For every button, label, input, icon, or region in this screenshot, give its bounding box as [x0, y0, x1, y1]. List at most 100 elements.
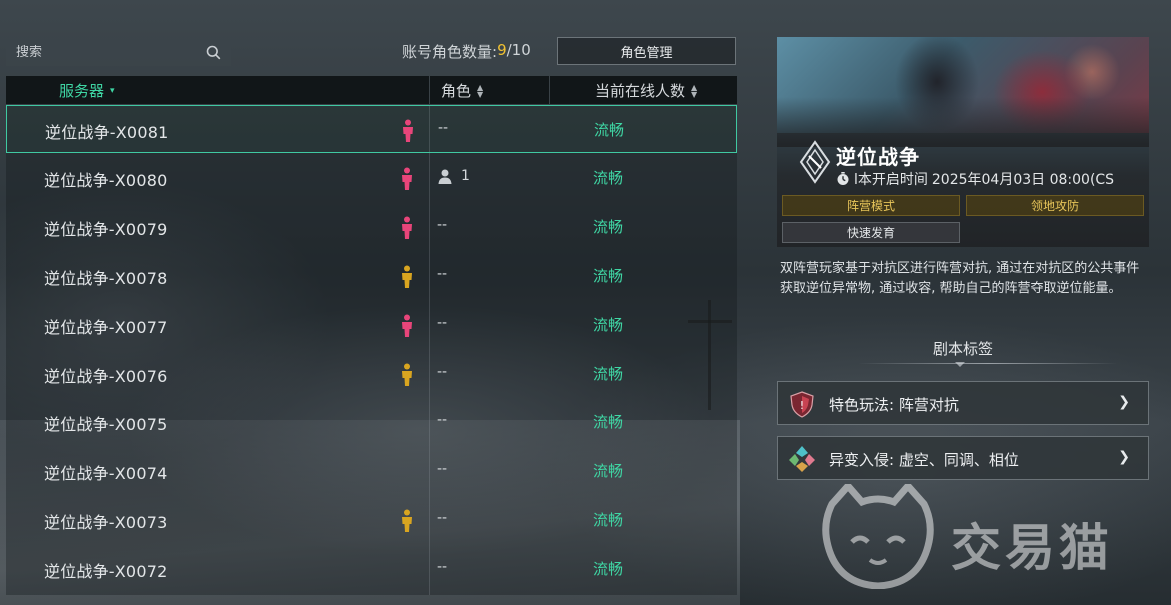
- header-online-label: 当前在线人数: [595, 82, 686, 100]
- banner-fade: [777, 97, 1149, 147]
- faction-red-icon: [399, 314, 415, 338]
- server-row[interactable]: 逆位战争-X0079 -- 流畅: [6, 203, 737, 251]
- clock-icon: [837, 172, 849, 185]
- server-status: 流畅: [593, 266, 624, 285]
- server-row[interactable]: 逆位战争-X0072 -- 流畅: [6, 545, 737, 593]
- faction-red-icon: [399, 167, 415, 191]
- feature-label: 特色玩法: 阵营对抗: [829, 396, 959, 414]
- header-online[interactable]: 当前在线人数 ▲ ▼: [595, 80, 697, 101]
- server-status: 流畅: [593, 364, 624, 383]
- feature-mutation-invasion[interactable]: 异变入侵: 虚空、同调、相位 ❯: [777, 436, 1149, 480]
- header-server[interactable]: 服务器 ▾: [59, 80, 115, 101]
- role-count-label: 账号角色数量:: [402, 43, 498, 61]
- server-row[interactable]: 逆位战争-X0081 -- 流畅: [6, 105, 737, 153]
- search-input[interactable]: [16, 44, 186, 60]
- role-cell: --: [437, 266, 447, 282]
- role-empty: --: [437, 412, 448, 429]
- search-box[interactable]: [6, 38, 231, 66]
- server-name: 逆位战争-X0077: [44, 317, 168, 337]
- game-title: 逆位战争: [836, 145, 920, 169]
- chevron-right-icon: ❯: [1118, 449, 1130, 465]
- faction-red-icon: [400, 119, 416, 143]
- role-empty: --: [437, 461, 448, 478]
- watermark: 交易猫: [818, 480, 1148, 590]
- sort-icon: ▲ ▼: [477, 82, 484, 99]
- role-manage-button[interactable]: 角色管理: [557, 37, 736, 65]
- faction-red-icon: [399, 216, 415, 240]
- role-empty: --: [437, 314, 448, 331]
- open-time: l本开启时间 2025年04月03日 08:00(CS: [836, 169, 1146, 189]
- server-name: 逆位战争-X0073: [44, 513, 168, 533]
- server-row[interactable]: 逆位战争-X0075 -- 流畅: [6, 398, 737, 446]
- faction-gold-icon: [399, 265, 415, 289]
- server-row[interactable]: 逆位战争-X0074 -- 流畅: [6, 447, 737, 495]
- search-icon[interactable]: [206, 45, 221, 60]
- server-name: 逆位战争-X0078: [44, 268, 168, 288]
- server-status: 流畅: [593, 168, 624, 187]
- server-row[interactable]: 逆位战争-X0073 -- 流畅: [6, 496, 737, 544]
- server-status: 流畅: [593, 315, 624, 334]
- user-icon: [438, 169, 452, 184]
- server-name: 逆位战争-X0072: [44, 562, 168, 582]
- puzzle-icon: [789, 446, 815, 472]
- header-role-label: 角色: [441, 82, 472, 100]
- role-empty: --: [437, 510, 448, 527]
- section-divider: [858, 363, 1118, 364]
- server-status: 流畅: [593, 560, 624, 579]
- server-row[interactable]: 逆位战争-X0078 -- 流畅: [6, 252, 737, 300]
- role-count-value: 1: [461, 167, 470, 184]
- role-cell: --: [437, 510, 447, 526]
- game-description: 双阵营玩家基于对抗区进行阵营对抗, 通过在对抗区的公共事件获取逆位异常物, 通过…: [780, 261, 1140, 296]
- faction-gold-icon: [399, 509, 415, 533]
- server-name: 逆位战争-X0076: [44, 366, 168, 386]
- role-empty: --: [437, 363, 448, 380]
- sort-down-icon: ▾: [110, 85, 115, 96]
- role-cell: --: [437, 412, 447, 428]
- server-row[interactable]: 逆位战争-X0077 -- 流畅: [6, 301, 737, 349]
- role-empty: --: [437, 559, 448, 576]
- tag-territory: 领地攻防: [966, 195, 1144, 216]
- role-cell: --: [437, 364, 447, 380]
- server-name: 逆位战争-X0074: [44, 464, 168, 484]
- server-name: 逆位战争-X0079: [44, 219, 168, 239]
- role-count-current: 9: [497, 41, 507, 59]
- open-time-value: 2025年04月03日 08:00(CS: [931, 172, 1115, 188]
- server-status: 流畅: [594, 121, 625, 139]
- role-count-max: 10: [511, 41, 531, 59]
- faction-gold-icon: [399, 363, 415, 387]
- role-count: 账号角色数量: 9 / 10: [402, 41, 531, 62]
- server-name: 逆位战争-X0080: [44, 170, 168, 190]
- server-status: 流畅: [593, 511, 624, 530]
- game-banner: 逆位战争 l本开启时间 2025年04月03日 08:00(CS 阵营模式 领地…: [777, 37, 1149, 247]
- server-row[interactable]: 逆位战争-X0080 1 流畅: [6, 154, 737, 202]
- section-caret: [955, 362, 965, 367]
- header-divider: [429, 76, 430, 104]
- sort-icon: ▲ ▼: [691, 82, 698, 99]
- role-cell: --: [438, 120, 448, 136]
- chevron-right-icon: ❯: [1118, 394, 1130, 410]
- game-logo-icon: [799, 140, 831, 184]
- header-role[interactable]: 角色 ▲ ▼: [441, 80, 483, 101]
- tag-faction-mode: 阵营模式: [782, 195, 960, 216]
- role-cell: 1: [437, 168, 470, 184]
- role-empty: --: [437, 265, 448, 282]
- shield-icon: !: [790, 391, 814, 418]
- server-status: 流畅: [593, 413, 624, 432]
- cat-logo-icon: [822, 480, 934, 590]
- feature-faction-battle[interactable]: ! 特色玩法: 阵营对抗 ❯: [777, 381, 1149, 425]
- table-header: 服务器 ▾ 角色 ▲ ▼ 当前在线人数 ▲ ▼: [6, 76, 737, 104]
- header-divider: [549, 76, 550, 104]
- role-empty: --: [437, 216, 448, 233]
- server-name: 逆位战争-X0081: [45, 123, 169, 142]
- role-cell: --: [437, 315, 447, 331]
- role-empty: --: [438, 120, 449, 136]
- server-status: 流畅: [593, 462, 624, 481]
- server-status: 流畅: [593, 217, 624, 236]
- watermark-text: 交易猫: [951, 519, 1113, 577]
- header-server-label: 服务器: [59, 82, 105, 100]
- server-list: 逆位战争-X0081 -- 流畅 逆位战争-X0080 1 流畅 逆位战争-X0079 -- 流…: [6, 105, 737, 595]
- tag-fast-growth: 快速发育: [782, 222, 960, 243]
- server-row[interactable]: 逆位战争-X0076 -- 流畅: [6, 350, 737, 398]
- server-name: 逆位战争-X0075: [44, 415, 168, 435]
- svg-text:!: !: [800, 399, 804, 412]
